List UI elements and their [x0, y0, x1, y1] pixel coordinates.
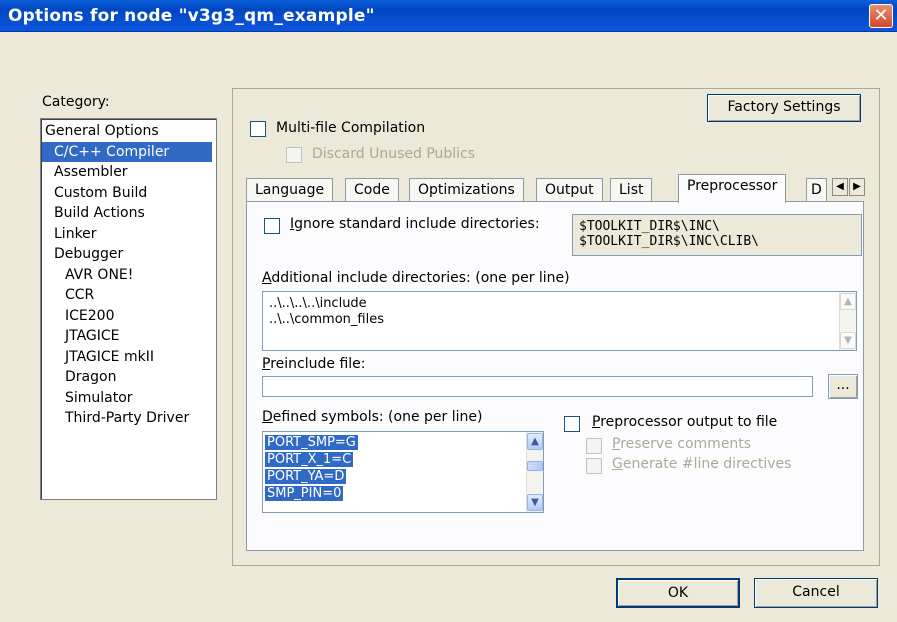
generate-line-label: Generate #line directives: [612, 456, 791, 472]
defined-symbol-line: PORT_SMP=G: [265, 435, 358, 450]
ignore-std-include-checkbox[interactable]: [264, 218, 280, 234]
category-item[interactable]: AVR ONE!: [65, 265, 133, 285]
close-icon: ✕: [873, 5, 889, 26]
tab-scroll-right-icon[interactable]: ▶: [849, 178, 865, 196]
preserve-comments-checkbox[interactable]: [586, 438, 602, 454]
category-item[interactable]: Debugger: [54, 244, 123, 264]
category-item[interactable]: Linker: [54, 224, 97, 244]
category-item[interactable]: Build Actions: [54, 203, 145, 223]
generate-line-text: enerate #line directives: [622, 456, 792, 472]
tab-list[interactable]: List: [610, 178, 653, 202]
preinclude-accel: P: [262, 356, 271, 372]
std-include-dir-line: $TOOLKIT_DIR$\INC\: [579, 219, 720, 234]
category-item[interactable]: ICE200: [65, 306, 114, 326]
scroll-up-icon[interactable]: ▲: [840, 293, 856, 310]
defined-symbol-line: PORT_X_1=C: [265, 452, 354, 467]
generate-line-checkbox[interactable]: [586, 458, 602, 474]
std-include-dirs-box: $TOOLKIT_DIR$\INC\ $TOOLKIT_DIR$\INC\CLI…: [572, 214, 862, 256]
scroll-up-icon[interactable]: ▲: [527, 433, 543, 450]
tab-preprocessor[interactable]: Preprocessor: [678, 174, 787, 203]
scroll-thumb[interactable]: [527, 461, 543, 471]
tab-diagnostics-partial[interactable]: D: [806, 178, 827, 202]
additional-dir-line: ..\..\..\..\include: [269, 296, 367, 311]
factory-settings-button[interactable]: Factory Settings: [707, 94, 861, 122]
multifile-checkbox[interactable]: [250, 121, 266, 137]
ignore-std-include-text: gnore standard include directories:: [294, 216, 540, 232]
additional-include-textarea[interactable]: ..\..\..\..\include ..\..\common_files ▲…: [262, 291, 857, 351]
category-item[interactable]: Assembler: [54, 162, 128, 182]
category-item[interactable]: JTAGICE: [65, 326, 120, 346]
additional-include-text: dditional include directories: (one per …: [271, 270, 570, 286]
defined-symbol-line: PORT_YA=D: [265, 469, 347, 484]
preinclude-text: reinclude file:: [270, 356, 366, 372]
ok-button[interactable]: OK: [616, 578, 740, 608]
generate-line-accel: G: [612, 456, 623, 472]
tab-code[interactable]: Code: [345, 178, 399, 202]
preprocessor-output-text: reprocessor output to file: [600, 414, 778, 430]
tab-language[interactable]: Language: [246, 178, 334, 202]
category-item[interactable]: Simulator: [65, 388, 133, 408]
browse-preinclude-button[interactable]: ...: [828, 374, 858, 399]
multifile-label: Multi-file Compilation: [276, 120, 426, 136]
preserve-comments-label: Preserve comments: [612, 436, 751, 452]
std-include-dir-line: $TOOLKIT_DIR$\INC\CLIB\: [579, 234, 760, 249]
window-title: Options for node "v3g3_qm_example": [8, 6, 375, 26]
preprocessor-output-accel: P: [592, 414, 601, 430]
additional-include-scrollbar[interactable]: ▲ ▼: [839, 292, 856, 350]
discard-unused-label: Discard Unused Publics: [312, 146, 476, 162]
category-item[interactable]: Dragon: [65, 367, 116, 387]
preprocessor-output-checkbox[interactable]: [564, 416, 580, 432]
close-button[interactable]: ✕: [869, 4, 893, 28]
preprocessor-output-label: Preprocessor output to file: [592, 414, 777, 430]
additional-include-accel: A: [262, 270, 272, 286]
preserve-comments-text: reserve comments: [620, 436, 752, 452]
additional-include-label: Additional include directories: (one per…: [262, 270, 570, 286]
category-item[interactable]: Custom Build: [54, 183, 147, 203]
cancel-button[interactable]: Cancel: [754, 578, 878, 608]
defined-symbols-accel: D: [262, 409, 273, 425]
category-list[interactable]: General Options C/C++ Compiler Assembler Cu…: [40, 118, 217, 500]
category-item[interactable]: CCR: [65, 285, 94, 305]
category-label: Category:: [42, 94, 110, 110]
title-bar: Options for node "v3g3_qm_example" ✕: [0, 0, 897, 32]
category-item[interactable]: Third-Party Driver: [65, 408, 189, 428]
tab-optimizations[interactable]: Optimizations: [409, 178, 524, 202]
ignore-std-include-label: Ignore standard include directories:: [290, 216, 540, 232]
defined-symbols-textarea[interactable]: PORT_SMP=G PORT_X_1=C PORT_YA=D SMP_PIN=…: [262, 431, 544, 513]
preserve-comments-accel: P: [612, 436, 621, 452]
tab-scroll-left-icon[interactable]: ◀: [832, 178, 848, 196]
category-item[interactable]: General Options: [45, 121, 159, 141]
additional-dir-line: ..\..\common_files: [269, 312, 384, 327]
discard-unused-checkbox[interactable]: [286, 147, 302, 163]
scroll-down-icon[interactable]: ▼: [527, 494, 543, 511]
preinclude-input[interactable]: [262, 376, 813, 397]
preinclude-label: Preinclude file:: [262, 356, 365, 372]
defined-symbols-text: efined symbols: (one per line): [272, 409, 483, 425]
tab-output[interactable]: Output: [536, 178, 603, 202]
category-item[interactable]: JTAGICE mkII: [65, 347, 154, 367]
defined-symbols-scrollbar[interactable]: ▲ ▼: [526, 432, 543, 512]
defined-symbols-label: Defined symbols: (one per line): [262, 409, 482, 425]
scroll-down-icon[interactable]: ▼: [840, 332, 856, 349]
category-item[interactable]: C/C++ Compiler: [42, 141, 212, 162]
defined-symbol-line: SMP_PIN=0: [265, 486, 344, 501]
